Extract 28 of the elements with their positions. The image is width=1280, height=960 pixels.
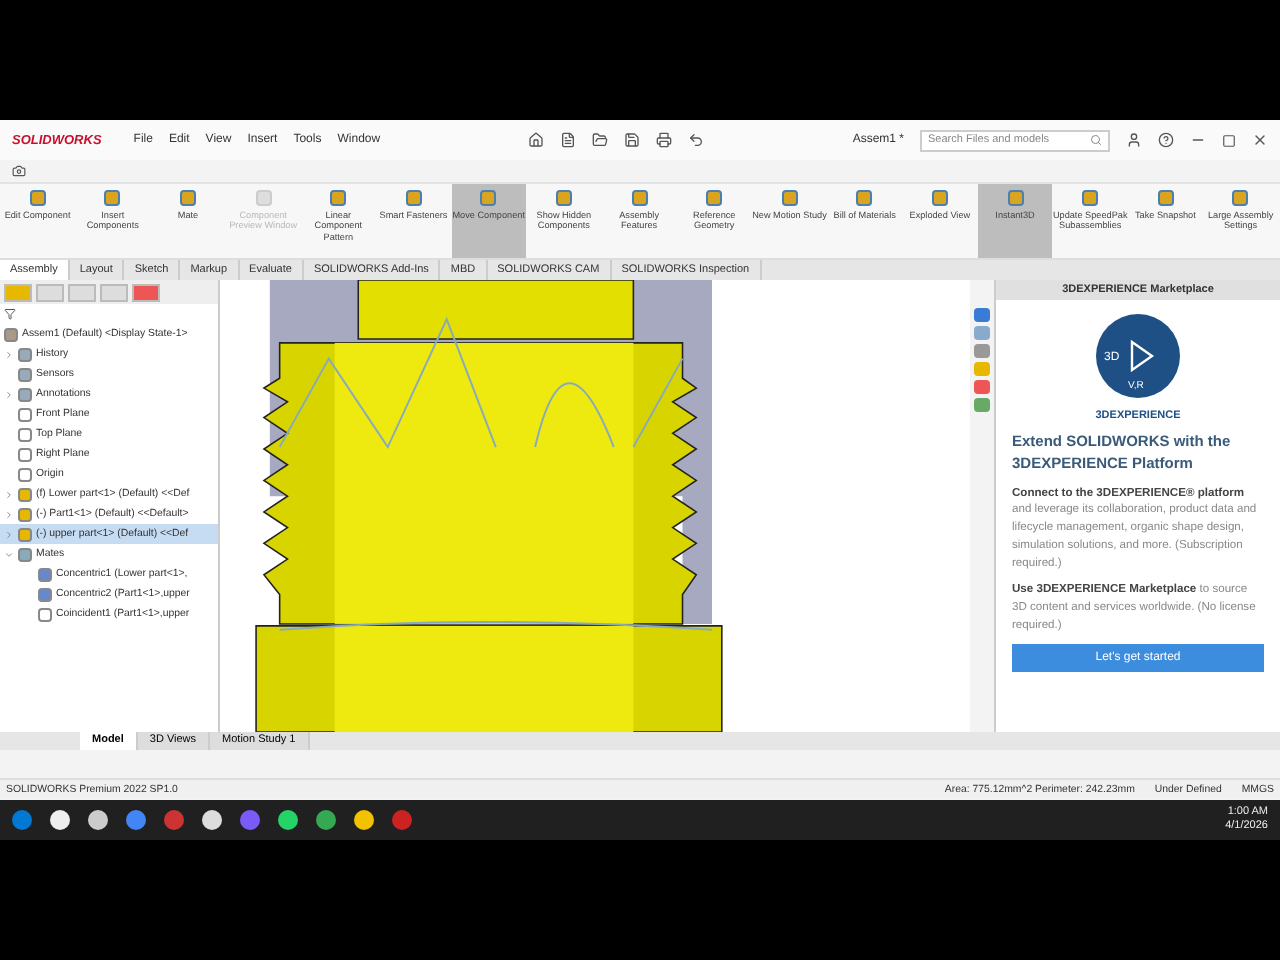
tree-node-icon (18, 367, 32, 381)
tree-node-icon (38, 607, 52, 621)
camera-icon[interactable] (12, 164, 26, 178)
close-icon[interactable] (1252, 132, 1269, 148)
tree-node-icon (38, 567, 52, 581)
print-icon[interactable] (656, 132, 673, 148)
help-icon[interactable] (1158, 132, 1175, 148)
tree-node-icon (18, 387, 32, 401)
tree-node-icon (18, 527, 32, 541)
user-icon[interactable] (1126, 132, 1143, 148)
tree-node-icon (18, 347, 32, 361)
new-file-icon[interactable] (560, 132, 577, 148)
maximize-icon[interactable] (1222, 133, 1237, 147)
tree-node-icon (18, 467, 32, 481)
tree-node-icon (18, 427, 32, 441)
save-icon[interactable] (624, 132, 641, 148)
tree-node-icon (18, 547, 32, 561)
folder-icon[interactable] (592, 132, 609, 148)
tree-node-icon (18, 447, 32, 461)
tree-node-icon (38, 587, 52, 601)
home-icon[interactable] (528, 132, 545, 148)
tree-node-icon (18, 487, 32, 501)
tree-node-icon (18, 407, 32, 421)
undo-icon[interactable] (688, 132, 705, 148)
tree-node-icon (18, 507, 32, 521)
search-icon (1090, 134, 1103, 146)
filter-icon[interactable] (4, 308, 16, 320)
assembly-icon (4, 327, 18, 341)
